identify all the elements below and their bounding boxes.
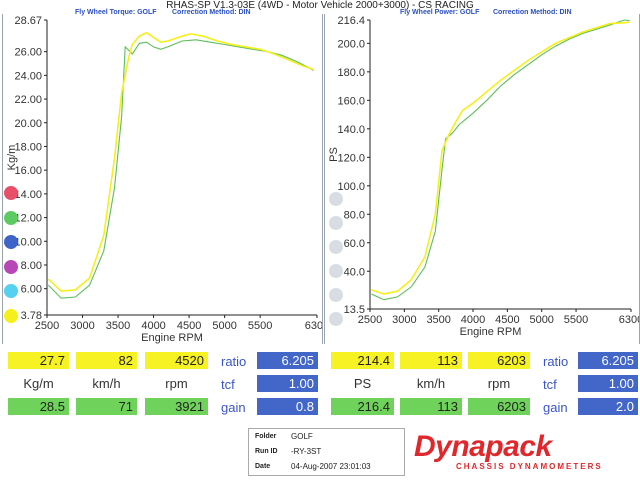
x-tick-label: 5500 — [248, 320, 272, 332]
x-tick-label: 6300 — [619, 314, 639, 326]
run-dot-green[interactable] — [4, 210, 18, 225]
date-value: 04-Aug-2007 23:01:03 — [291, 462, 371, 471]
x-tick-label: 3500 — [106, 320, 130, 332]
x-tick-label: 3000 — [70, 320, 94, 332]
run-dot-empty[interactable] — [329, 240, 343, 254]
speed-value-run2: 71 — [76, 398, 137, 415]
run-dot-empty[interactable] — [329, 288, 343, 302]
rpm-value-run1: 4520 — [145, 352, 208, 369]
ratio-label: ratio — [543, 354, 569, 369]
torque-value-run1: 27.7 — [8, 352, 69, 369]
left-run-selector — [4, 186, 22, 333]
y-tick-label: 6.00 — [21, 284, 42, 296]
x-tick-label: 5000 — [212, 320, 236, 332]
rpm-value-run1: 6203 — [468, 352, 530, 369]
speed-value-run1: 82 — [76, 352, 137, 369]
y-tick-label: 180.0 — [337, 67, 365, 79]
folder-value: GOLF — [291, 432, 313, 441]
x-tick-label: 4500 — [177, 320, 201, 332]
y-tick-label: 160.0 — [337, 95, 365, 107]
x-axis-label: Engine RPM — [460, 326, 522, 338]
run-dot-cyan[interactable] — [4, 284, 18, 298]
x-axis-label: Engine RPM — [141, 332, 203, 344]
gain-label: gain — [543, 400, 568, 415]
torque-chart: 28.6726.0024.0022.0020.0018.0016.0014.00… — [6, 15, 329, 344]
ratio-label: ratio — [221, 354, 247, 369]
y-tick-label: 20.00 — [14, 118, 42, 130]
folder-label: Folder — [255, 433, 277, 440]
logo-wordmark: Dynapack — [414, 430, 552, 463]
x-tick-label: 2500 — [35, 320, 59, 332]
run-dot-blue[interactable] — [4, 235, 18, 249]
y-tick-label: 8.00 — [21, 260, 42, 272]
x-tick-label: 5500 — [564, 314, 588, 326]
rpm-value-run2: 6203 — [468, 398, 530, 415]
y-tick-label: 200.0 — [337, 38, 365, 50]
series-run2-line — [48, 39, 314, 299]
series-run1-line — [47, 31, 314, 292]
speed-unit-label: km/h — [92, 376, 121, 391]
gain-value: 0.8 — [257, 398, 318, 415]
y-tick-label: 16.00 — [14, 165, 42, 177]
right-run-selector — [329, 192, 347, 336]
y-tick-label: 120.0 — [337, 152, 365, 164]
run-dot-yellow[interactable] — [4, 308, 18, 323]
gain-value: 2.0 — [578, 398, 638, 415]
y-tick-label: 22.00 — [14, 94, 42, 106]
dynapack-logo: Dynapack CHASSIS DYNAMOMETERS — [408, 432, 634, 476]
y-axis-label: Kg/m — [6, 145, 18, 171]
logo-tagline: CHASSIS DYNAMOMETERS — [456, 462, 603, 471]
y-tick-label: 26.00 — [14, 47, 42, 59]
speed-value-run1: 113 — [400, 352, 462, 369]
x-tick-label: 4000 — [141, 320, 165, 332]
y-tick-label: 140.0 — [337, 124, 365, 136]
rpm-unit-label: rpm — [487, 376, 511, 391]
y-axis-label: PS — [328, 147, 340, 162]
rpm-unit-label: rpm — [165, 376, 188, 391]
date-label: Date — [255, 463, 271, 470]
tcf-value: 1.00 — [257, 375, 318, 392]
run-id-label: Run ID — [255, 448, 278, 455]
y-tick-label: 18.00 — [14, 141, 42, 153]
run-dot-red[interactable] — [4, 186, 18, 200]
x-tick-label: 4000 — [461, 314, 485, 326]
torque-chart-panel: 28.67 26.00 24.00 22.00 20.00 18.00 16.00 14.00… — [2, 14, 329, 344]
power-chart: 216.4200.0180.0160.0140.0120.0100.080.06… — [328, 15, 640, 338]
power-value-run1: 214.4 — [331, 352, 394, 369]
run-dot-empty[interactable] — [329, 192, 343, 206]
tcf-label: tcf — [543, 377, 557, 392]
series-run1-line — [371, 21, 630, 295]
y-tick-label: 28.67 — [14, 15, 42, 27]
torque-value-run2: 28.5 — [8, 398, 69, 415]
y-tick-label: 100.0 — [337, 181, 365, 193]
x-tick-label: 5000 — [529, 314, 553, 326]
power-chart-panel: 216.4 200.0 180.0 160.0 140.0 120.0 100.0 80.0 6… — [324, 14, 640, 344]
x-tick-label: 4500 — [495, 314, 519, 326]
rpm-value-run2: 3921 — [145, 398, 208, 415]
gain-label: gain — [221, 400, 246, 415]
x-tick-label: 3500 — [426, 314, 450, 326]
run-info-box: Folder GOLF Run ID -RY-3ST Date 04-Aug-2… — [248, 428, 405, 476]
ratio-value: 6.205 — [257, 352, 318, 369]
run-dot-empty[interactable] — [329, 312, 343, 326]
run-dot-empty[interactable] — [329, 216, 343, 230]
y-tick-label: 24.00 — [14, 70, 42, 82]
speed-value-run2: 113 — [400, 398, 462, 415]
run-dot-empty[interactable] — [329, 264, 343, 278]
run-dot-magenta[interactable] — [4, 259, 18, 274]
y-tick-label: 216.4 — [337, 15, 365, 27]
series-run2-line — [371, 19, 630, 301]
speed-unit-label: km/h — [416, 376, 446, 391]
torque-unit-label: Kg/m — [23, 376, 54, 391]
ratio-value: 6.205 — [578, 352, 638, 369]
tcf-label: tcf — [221, 377, 235, 392]
x-tick-label: 3000 — [392, 314, 416, 326]
run-id-value: -RY-3ST — [291, 447, 322, 456]
power-value-run2: 216.4 — [331, 398, 394, 415]
x-tick-label: 6300 — [305, 320, 322, 332]
tcf-value: 1.00 — [578, 375, 638, 392]
x-tick-label: 2500 — [358, 314, 382, 326]
power-unit-label: PS — [353, 376, 372, 391]
